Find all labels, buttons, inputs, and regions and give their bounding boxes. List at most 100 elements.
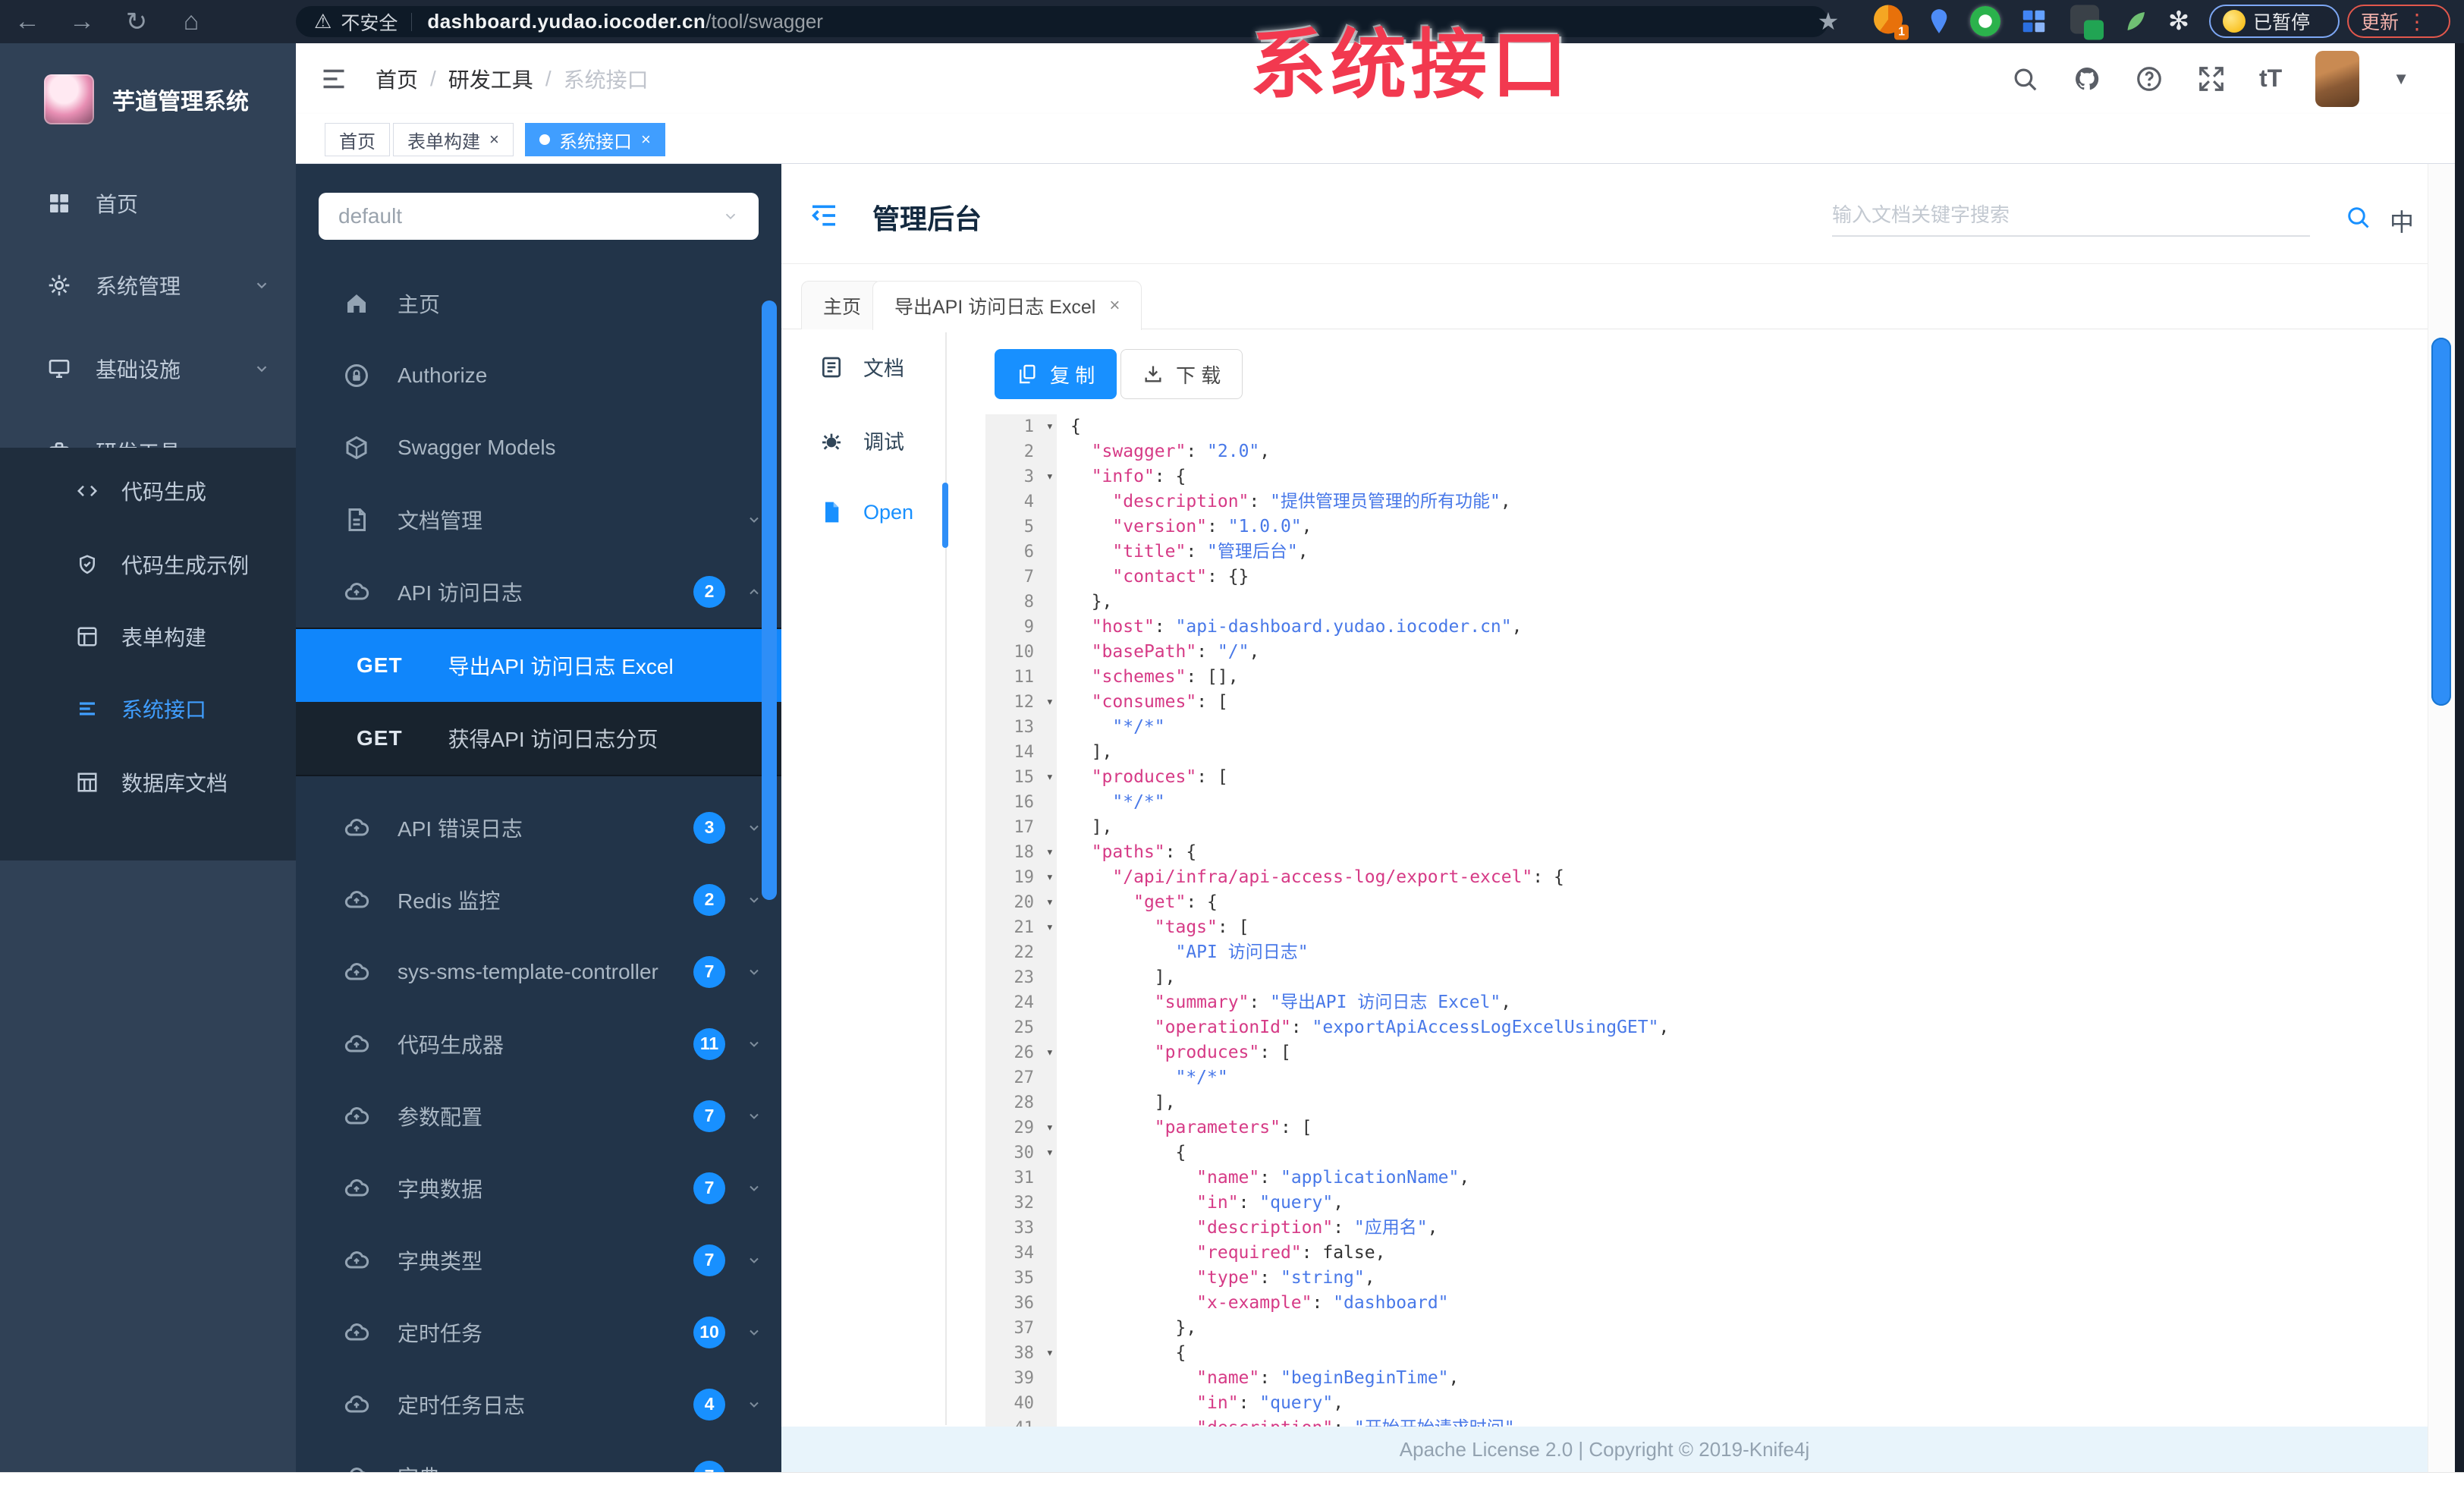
line-number[interactable]: 35 [985, 1266, 1057, 1291]
window-scrollbar[interactable] [2455, 43, 2464, 1485]
help-icon[interactable] [2135, 64, 2164, 93]
line-number[interactable]: 19 ▾ [985, 865, 1057, 890]
hamburger-icon[interactable] [320, 65, 347, 93]
swagger-json-editor[interactable]: 1 ▾ { 2 "swagger": "2.0", 3 ▾ "info": { 4 … [985, 414, 2427, 1472]
fold-icon[interactable]: ▾ [1046, 1140, 1054, 1166]
line-number[interactable]: 9 [985, 615, 1057, 640]
line-number[interactable]: 6 [985, 540, 1057, 565]
api-group-item-10[interactable]: 代码生成器 11 [296, 1008, 781, 1080]
fold-icon[interactable]: ▾ [1046, 414, 1054, 439]
operation-active[interactable]: GET 导出API 访问日志 Excel [296, 629, 781, 702]
doc-nav--[interactable]: 调试 [819, 426, 904, 455]
line-number[interactable]: 20 ▾ [985, 890, 1057, 915]
home-icon[interactable]: ⌂ [164, 7, 218, 36]
close-tag-icon[interactable]: × [641, 130, 651, 149]
line-number[interactable]: 13 [985, 715, 1057, 740]
search-icon[interactable] [2010, 64, 2039, 93]
fold-icon[interactable]: ▾ [1046, 890, 1054, 915]
line-number[interactable]: 12 ▾ [985, 690, 1057, 715]
browser-menu-icon[interactable]: ⋮ [2406, 9, 2428, 34]
line-number[interactable]: 10 [985, 640, 1057, 665]
main-scrollbar-thumb[interactable] [2431, 338, 2451, 706]
operation-item[interactable]: GET 获得API 访问日志分页 [296, 702, 781, 775]
doc-nav-open[interactable]: Open [819, 500, 913, 524]
line-number[interactable]: 2 [985, 439, 1057, 464]
api-group-item-2[interactable]: Swagger Models [296, 411, 781, 483]
line-number[interactable]: 23 [985, 965, 1057, 990]
forward-icon[interactable]: → [55, 7, 109, 36]
extension-grid-icon[interactable] [2019, 7, 2048, 36]
line-number[interactable]: 17 [985, 815, 1057, 840]
doc-tab-1[interactable]: 导出API 访问日志 Excel × [872, 281, 1142, 330]
api-group-item-7[interactable]: API 错误日志 3 [296, 791, 781, 864]
line-number[interactable]: 8 [985, 590, 1057, 615]
update-button[interactable]: 更新 ⋮ [2347, 5, 2450, 38]
line-number[interactable]: 31 [985, 1166, 1057, 1191]
doc-search-input[interactable] [1832, 194, 2310, 237]
close-tab-icon[interactable]: × [1109, 295, 1120, 316]
line-number[interactable]: 27 [985, 1065, 1057, 1090]
line-number[interactable]: 4 [985, 489, 1057, 514]
close-tag-icon[interactable]: × [489, 130, 499, 149]
doc-nav--[interactable]: 文档 [819, 352, 904, 382]
submenu-item-2[interactable]: 表单构建 [0, 599, 296, 673]
line-number[interactable]: 38 ▾ [985, 1341, 1057, 1366]
sidebar-item-2[interactable]: 基础设施 [0, 331, 296, 407]
extension-dark-icon[interactable] [2070, 5, 2104, 40]
github-icon[interactable] [2073, 64, 2101, 93]
line-number[interactable]: 24 [985, 990, 1057, 1015]
extension-paw-icon[interactable]: ✻ [2168, 6, 2190, 36]
app-logo[interactable]: 芋道管理系统 [0, 54, 296, 145]
reload-icon[interactable]: ↻ [109, 7, 164, 37]
line-number[interactable]: 36 [985, 1291, 1057, 1316]
api-group-item-4[interactable]: API 访问日志 2 [296, 555, 781, 628]
collapse-sidebar-icon[interactable] [809, 200, 839, 231]
submenu-item-3[interactable]: 系统接口 [0, 672, 296, 745]
line-number[interactable]: 29 ▾ [985, 1115, 1057, 1140]
line-number[interactable]: 34 [985, 1241, 1057, 1266]
api-group-item-14[interactable]: 定时任务 10 [296, 1296, 781, 1368]
tag-2[interactable]: 系统接口 × [525, 123, 665, 156]
download-button[interactable]: 下 载 [1120, 349, 1243, 399]
line-number[interactable]: 18 ▾ [985, 840, 1057, 865]
fold-icon[interactable]: ▾ [1046, 765, 1054, 790]
api-group-select[interactable]: default [319, 193, 759, 240]
line-number[interactable]: 32 [985, 1191, 1057, 1216]
extension-pin-icon[interactable] [1925, 7, 1953, 36]
fold-icon[interactable]: ▾ [1046, 1341, 1054, 1366]
api-group-item-3[interactable]: 文档管理 [296, 483, 781, 555]
address-bar[interactable]: ⚠ 不安全 dashboard.yudao.iocoder.cn/tool/sw… [296, 6, 1828, 37]
api-group-item-12[interactable]: 字典数据 7 [296, 1152, 781, 1224]
line-number[interactable]: 16 [985, 790, 1057, 815]
line-number[interactable]: 14 [985, 740, 1057, 765]
line-number[interactable]: 22 [985, 940, 1057, 965]
fold-icon[interactable]: ▾ [1046, 915, 1054, 940]
line-number[interactable]: 1 ▾ [985, 414, 1057, 439]
fold-icon[interactable]: ▾ [1046, 1115, 1054, 1140]
line-number[interactable]: 11 [985, 665, 1057, 690]
api-group-item-15[interactable]: 定时任务日志 4 [296, 1368, 781, 1440]
fold-icon[interactable]: ▾ [1046, 690, 1054, 715]
fold-icon[interactable]: ▾ [1046, 865, 1054, 890]
paused-button[interactable]: 已暂停 [2209, 5, 2340, 38]
line-number[interactable]: 21 ▾ [985, 915, 1057, 940]
extension-orange-icon[interactable]: 1 [1874, 5, 1909, 40]
submenu-item-4[interactable]: 数据库文档 [0, 745, 296, 819]
language-toggle[interactable]: 中 [2390, 203, 2414, 238]
api-group-item-1[interactable]: Authorize [296, 339, 781, 411]
avatar-caret-icon[interactable]: ▼ [2393, 69, 2409, 89]
copy-button[interactable]: 复 制 [995, 349, 1117, 399]
line-number[interactable]: 28 [985, 1090, 1057, 1115]
sidebar-scrollbar[interactable] [762, 300, 777, 900]
back-icon[interactable]: ← [0, 7, 55, 36]
line-number[interactable]: 15 ▾ [985, 765, 1057, 790]
api-group-item-9[interactable]: sys-sms-template-controller 7 [296, 936, 781, 1008]
line-number[interactable]: 7 [985, 565, 1057, 590]
submenu-item-0[interactable]: 代码生成 [0, 454, 296, 527]
api-group-item-11[interactable]: 参数配置 7 [296, 1080, 781, 1152]
line-number[interactable]: 37 [985, 1316, 1057, 1341]
breadcrumb-item-1[interactable]: 研发工具 [448, 64, 533, 94]
user-avatar[interactable] [2315, 50, 2360, 107]
extension-green-icon[interactable] [1970, 6, 2000, 36]
api-group-item-16[interactable]: 字典 7 [296, 1440, 781, 1472]
